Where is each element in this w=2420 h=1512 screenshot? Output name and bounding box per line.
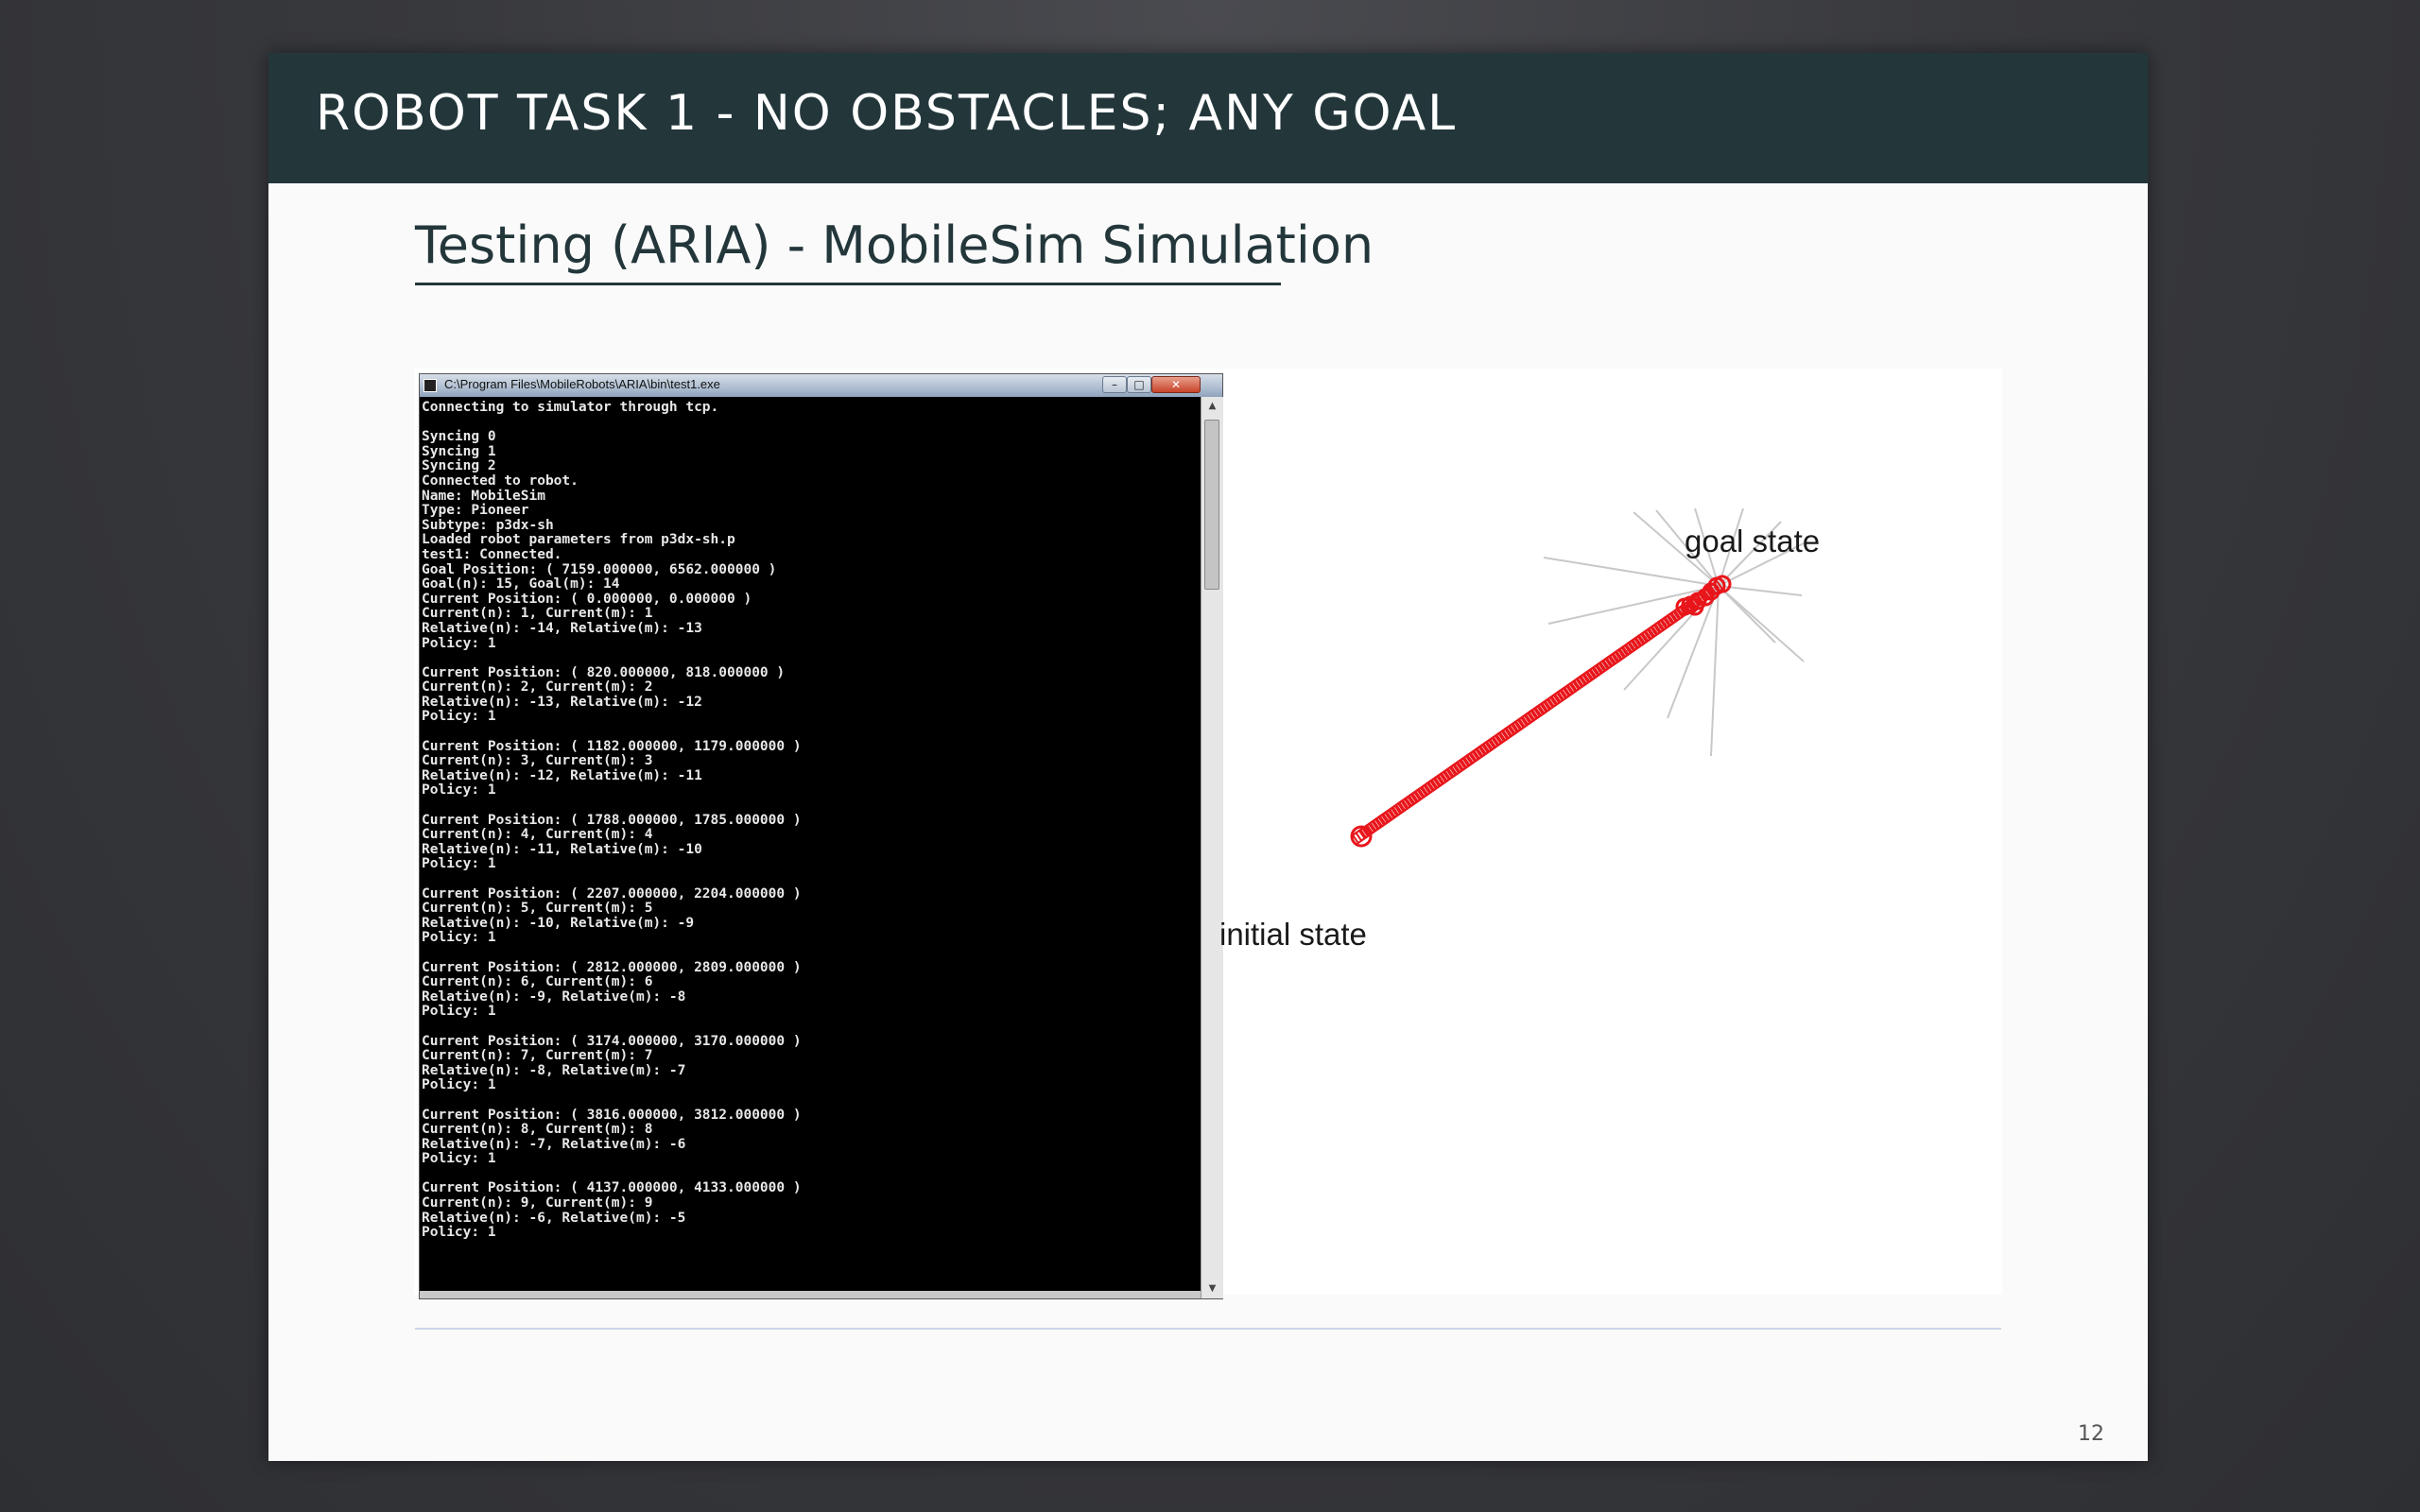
initial-state-label: initial state <box>1219 917 1367 952</box>
scroll-thumb[interactable] <box>1204 420 1219 590</box>
maximize-button[interactable]: □ <box>1127 376 1151 393</box>
console-window-title: C:\Program Files\MobileRobots\ARIA\bin\t… <box>444 377 720 391</box>
slide-title: ROBOT TASK 1 - NO OBSTACLES; ANY GOAL <box>316 85 1458 142</box>
sensor-ray <box>1718 585 1805 662</box>
sensor-ray <box>1543 557 1720 587</box>
minimize-button[interactable]: – <box>1102 376 1127 393</box>
slide-subtitle: Testing (ARIA) - MobileSim Simulation <box>415 215 1374 275</box>
console-output: Connecting to simulator through tcp. Syn… <box>422 401 802 1241</box>
scroll-up-arrow-icon[interactable]: ▲ <box>1201 397 1223 416</box>
figure-bottom-rule <box>415 1328 2001 1330</box>
slide-header: ROBOT TASK 1 - NO OBSTACLES; ANY GOAL <box>268 53 2148 183</box>
simulation-canvas <box>1350 507 1805 848</box>
slide: ROBOT TASK 1 - NO OBSTACLES; ANY GOAL Te… <box>268 53 2148 1461</box>
horizontal-scrollbar[interactable] <box>420 1291 1201 1298</box>
robot-path <box>1350 575 1732 848</box>
subtitle-underline <box>415 283 1281 285</box>
goal-state-label: goal state <box>1685 524 1821 558</box>
figure: C:\Program Files\MobileRobots\ARIA\bin\t… <box>414 369 2002 1299</box>
sensor-ray <box>1710 585 1720 757</box>
page-number: 12 <box>2078 1422 2104 1446</box>
console-window: C:\Program Files\MobileRobots\ARIA\bin\t… <box>419 373 1223 1299</box>
vertical-scrollbar[interactable]: ▲ ▼ <box>1201 397 1223 1298</box>
sensor-ray <box>1718 585 1776 644</box>
close-button[interactable]: ✕ <box>1151 376 1201 393</box>
scroll-down-arrow-icon[interactable]: ▼ <box>1201 1280 1223 1298</box>
sensor-ray <box>1718 585 1803 596</box>
simulation-view: goal state initial state <box>1219 507 2002 1011</box>
console-app-icon <box>424 379 437 392</box>
console-titlebar[interactable]: C:\Program Files\MobileRobots\ARIA\bin\t… <box>420 374 1222 397</box>
